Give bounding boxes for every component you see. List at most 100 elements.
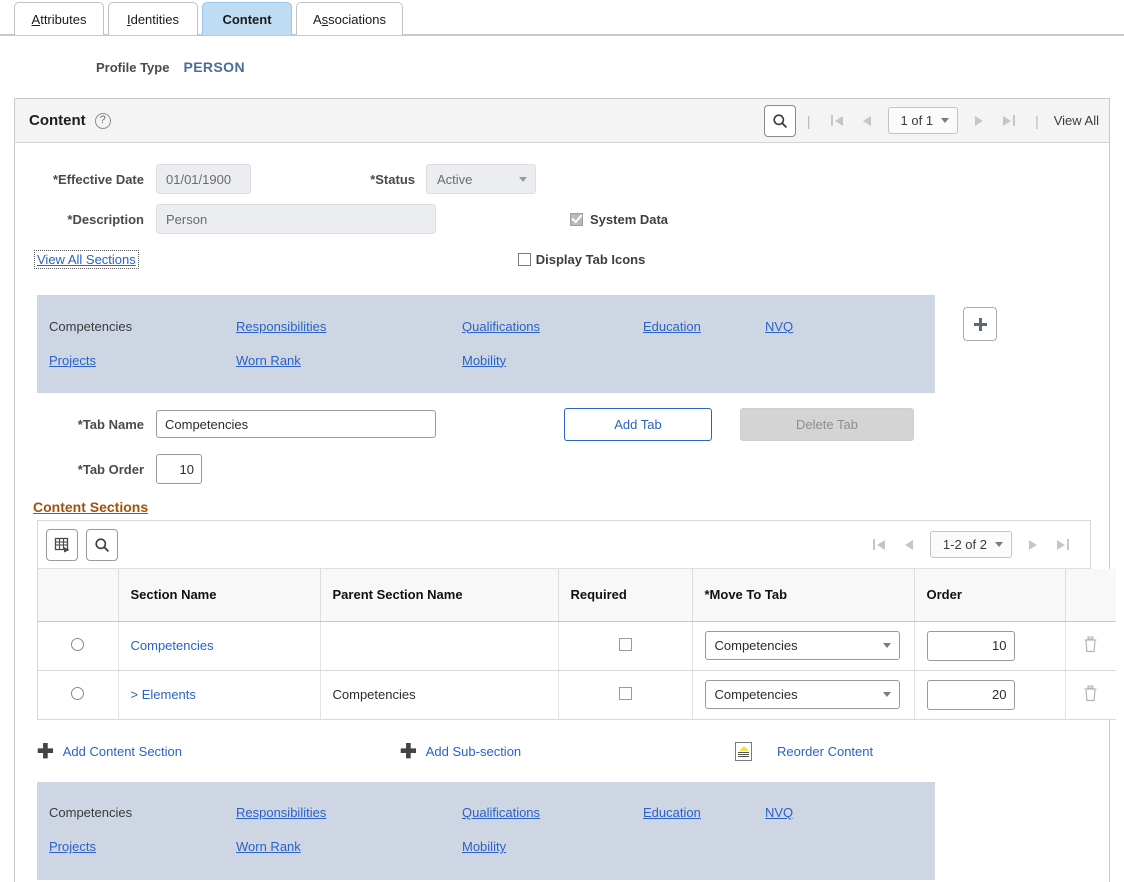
move-to-tab-cell: Competencies <box>692 621 915 671</box>
reorder-content-action[interactable]: Reorder Content <box>735 742 873 761</box>
grid-first-page-icon[interactable] <box>864 532 894 558</box>
required-cell <box>558 670 693 720</box>
grid-previous-page-icon[interactable] <box>894 532 924 558</box>
tab-link-projects[interactable]: Projects <box>37 353 236 368</box>
divider: | <box>806 112 811 129</box>
required-checkbox[interactable] <box>618 637 632 651</box>
move-to-tab-select[interactable]: Competencies <box>704 631 900 660</box>
view-all-link[interactable]: View All <box>1054 113 1099 128</box>
order-value: 10 <box>992 638 1007 653</box>
view-all-sections-link[interactable]: View All Sections <box>34 249 139 269</box>
tab-link-worn-rank[interactable]: Worn Rank <box>236 353 462 368</box>
description-field[interactable]: Person <box>156 204 436 234</box>
column-header-select <box>38 569 119 622</box>
description-value: Person <box>166 211 208 227</box>
table-row: > Elements Competencies Competencies 20 <box>38 670 1116 720</box>
order-input[interactable]: 20 <box>926 679 1015 710</box>
tab-link-mobility[interactable]: Mobility <box>462 353 506 368</box>
tab-content[interactable]: Content <box>202 2 292 35</box>
panel-header-controls: | 1 of 1 | View All <box>763 104 1099 137</box>
tab-order-label: *Tab Order <box>77 461 144 477</box>
trash-icon[interactable] <box>1083 684 1098 705</box>
grid-page-selector[interactable]: 1-2 of 2 <box>929 531 1012 558</box>
grid-last-page-icon[interactable] <box>1048 532 1078 558</box>
row-radio[interactable] <box>71 686 85 700</box>
add-sub-section-label: Add Sub-section <box>425 744 522 759</box>
chevron-down-icon <box>882 692 891 697</box>
add-row-button[interactable] <box>963 307 997 341</box>
chevron-down-icon <box>882 643 891 648</box>
grid-next-page-icon[interactable] <box>1018 532 1048 558</box>
tab-link-qualifications[interactable]: Qualifications <box>462 319 643 334</box>
grid-download-icon[interactable] <box>46 528 78 561</box>
required-checkbox[interactable] <box>618 686 632 700</box>
content-panel-header: Content ? | 1 of 1 | View All <box>15 99 1109 143</box>
status-select[interactable]: Active <box>426 164 536 194</box>
delete-cell <box>1065 670 1116 720</box>
tab-identities[interactable]: Identities <box>108 2 198 35</box>
question-mark-icon[interactable]: ? <box>94 112 111 129</box>
display-tab-icons-checkbox[interactable] <box>517 252 531 266</box>
tab-link-responsibilities[interactable]: Responsibilities <box>236 805 462 820</box>
tab-order-input[interactable]: 10 <box>156 454 202 484</box>
add-tab-label: Add Tab <box>614 416 662 432</box>
previous-page-icon[interactable] <box>852 108 882 134</box>
table-row: Competencies Competencies 10 <box>38 621 1116 671</box>
row-radio[interactable] <box>71 637 85 651</box>
section-name-link[interactable]: Competencies <box>131 638 214 653</box>
column-header-required: Required <box>558 569 693 622</box>
magnifier-icon[interactable] <box>763 104 796 137</box>
move-to-tab-value: Competencies <box>714 687 798 702</box>
section-name-cell: Competencies <box>118 621 321 671</box>
add-sub-section-action[interactable]: ✚ Add Sub-section <box>400 742 735 762</box>
tab-associations[interactable]: As sociations <box>296 2 403 35</box>
add-tab-button[interactable]: Add Tab <box>564 407 712 441</box>
profile-type-label: Profile Type <box>96 59 170 75</box>
tab-link-education[interactable]: Education <box>643 805 765 820</box>
required-cell <box>558 621 693 671</box>
tab-link-competencies: Competencies <box>49 805 133 820</box>
trash-icon[interactable] <box>1083 635 1098 656</box>
display-tab-icons-label: Display Tab Icons <box>535 251 646 267</box>
tab-link-projects[interactable]: Projects <box>37 839 236 854</box>
row-select-cell <box>38 670 119 720</box>
order-cell: 20 <box>914 670 1066 720</box>
tab-link-qualifications[interactable]: Qualifications <box>462 805 643 820</box>
page-selector[interactable]: 1 of 1 <box>887 107 959 134</box>
tab-link-nvq[interactable]: NVQ <box>765 319 793 334</box>
add-content-section-action[interactable]: ✚ Add Content Section <box>37 742 400 762</box>
tab-links-panel-bottom: Competencies Responsibilities Qualificat… <box>37 781 935 880</box>
tab-link-competencies: Competencies <box>49 318 133 334</box>
main-tab-strip: Attributes Identities Content As sociatio… <box>0 0 1124 36</box>
tab-link-nvq[interactable]: NVQ <box>765 805 793 820</box>
reorder-content-label: Reorder Content <box>777 744 874 759</box>
effective-dated-form: *Effective Date 01/01/1900 *Status Activ… <box>15 143 1116 882</box>
section-name-link[interactable]: > Elements <box>131 687 196 702</box>
grid-toolbar: 1-2 of 2 <box>38 521 1090 569</box>
plus-icon: ✚ <box>37 740 54 763</box>
tab-link-worn-rank[interactable]: Worn Rank <box>236 839 462 854</box>
column-header-delete <box>1065 569 1116 622</box>
grid-find-icon[interactable] <box>86 528 118 561</box>
content-sections-table: Section Name Parent Section Name Require… <box>38 569 1116 720</box>
tab-link-responsibilities[interactable]: Responsibilities <box>236 319 462 334</box>
grid-pager: 1-2 of 2 <box>864 531 1078 558</box>
tab-name-value: Competencies <box>165 416 249 432</box>
plus-icon: ✚ <box>400 740 417 763</box>
order-input[interactable]: 10 <box>926 630 1015 661</box>
move-to-tab-select[interactable]: Competencies <box>704 680 900 709</box>
next-page-icon[interactable] <box>964 108 994 134</box>
chevron-down-icon <box>941 118 950 123</box>
last-page-icon[interactable] <box>994 108 1024 134</box>
parent-section-name-cell: Competencies <box>320 670 559 720</box>
effective-date-field[interactable]: 01/01/1900 <box>156 164 251 194</box>
system-data-checkbox <box>570 212 583 226</box>
page-selector-value: 1 of 1 <box>900 113 934 128</box>
first-page-icon[interactable] <box>822 108 852 134</box>
tab-attributes[interactable]: Attributes <box>14 2 104 35</box>
tab-link-education[interactable]: Education <box>643 319 765 334</box>
tab-name-input[interactable]: Competencies <box>156 410 436 438</box>
content-sections-heading[interactable]: Content Sections <box>33 499 148 515</box>
content-sections-grid: 1-2 of 2 Section Name Parent Section Nam… <box>37 520 1116 720</box>
tab-link-mobility[interactable]: Mobility <box>462 839 506 854</box>
